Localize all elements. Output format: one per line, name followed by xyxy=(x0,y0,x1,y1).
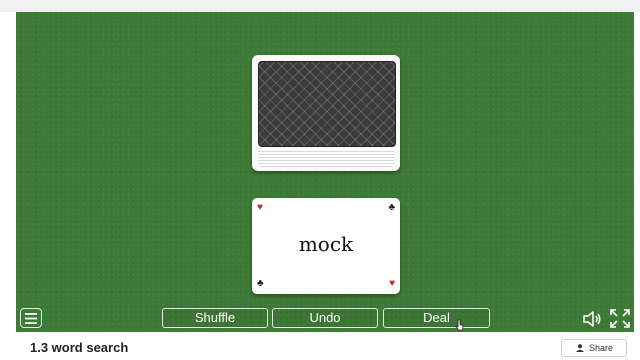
game-toolbar: Shuffle Undo Deal xyxy=(16,308,634,332)
deck-stack-edges xyxy=(258,149,394,167)
mouse-cursor-icon xyxy=(455,319,464,331)
expand-icon[interactable] xyxy=(610,309,630,328)
menu-button[interactable] xyxy=(20,308,42,328)
undo-button[interactable]: Undo xyxy=(272,308,378,328)
deck-card-back[interactable] xyxy=(258,61,396,147)
card-game-area: ♥ ♣ mock ♣ ♥ Shuffle Undo Deal xyxy=(16,12,634,332)
heart-suit-icon: ♥ xyxy=(389,278,395,289)
activity-title: 1.3 word search xyxy=(30,340,129,355)
deal-button[interactable]: Deal xyxy=(383,308,490,328)
shuffle-button[interactable]: Shuffle xyxy=(162,308,268,328)
hamburger-menu-icon xyxy=(25,312,37,324)
club-suit-icon: ♣ xyxy=(388,202,395,213)
card-deck[interactable] xyxy=(252,55,400,171)
activity-footer: 1.3 word search Share xyxy=(0,336,640,360)
speaker-icon[interactable] xyxy=(582,310,602,328)
club-suit-icon: ♣ xyxy=(257,278,264,289)
person-icon xyxy=(575,344,584,352)
share-label: Share xyxy=(588,343,614,353)
heart-suit-icon: ♥ xyxy=(257,202,263,213)
share-button[interactable]: Share xyxy=(561,339,627,357)
current-card[interactable]: ♥ ♣ mock ♣ ♥ xyxy=(252,198,400,294)
card-word: mock xyxy=(298,232,354,256)
window-top-bar xyxy=(0,0,640,12)
